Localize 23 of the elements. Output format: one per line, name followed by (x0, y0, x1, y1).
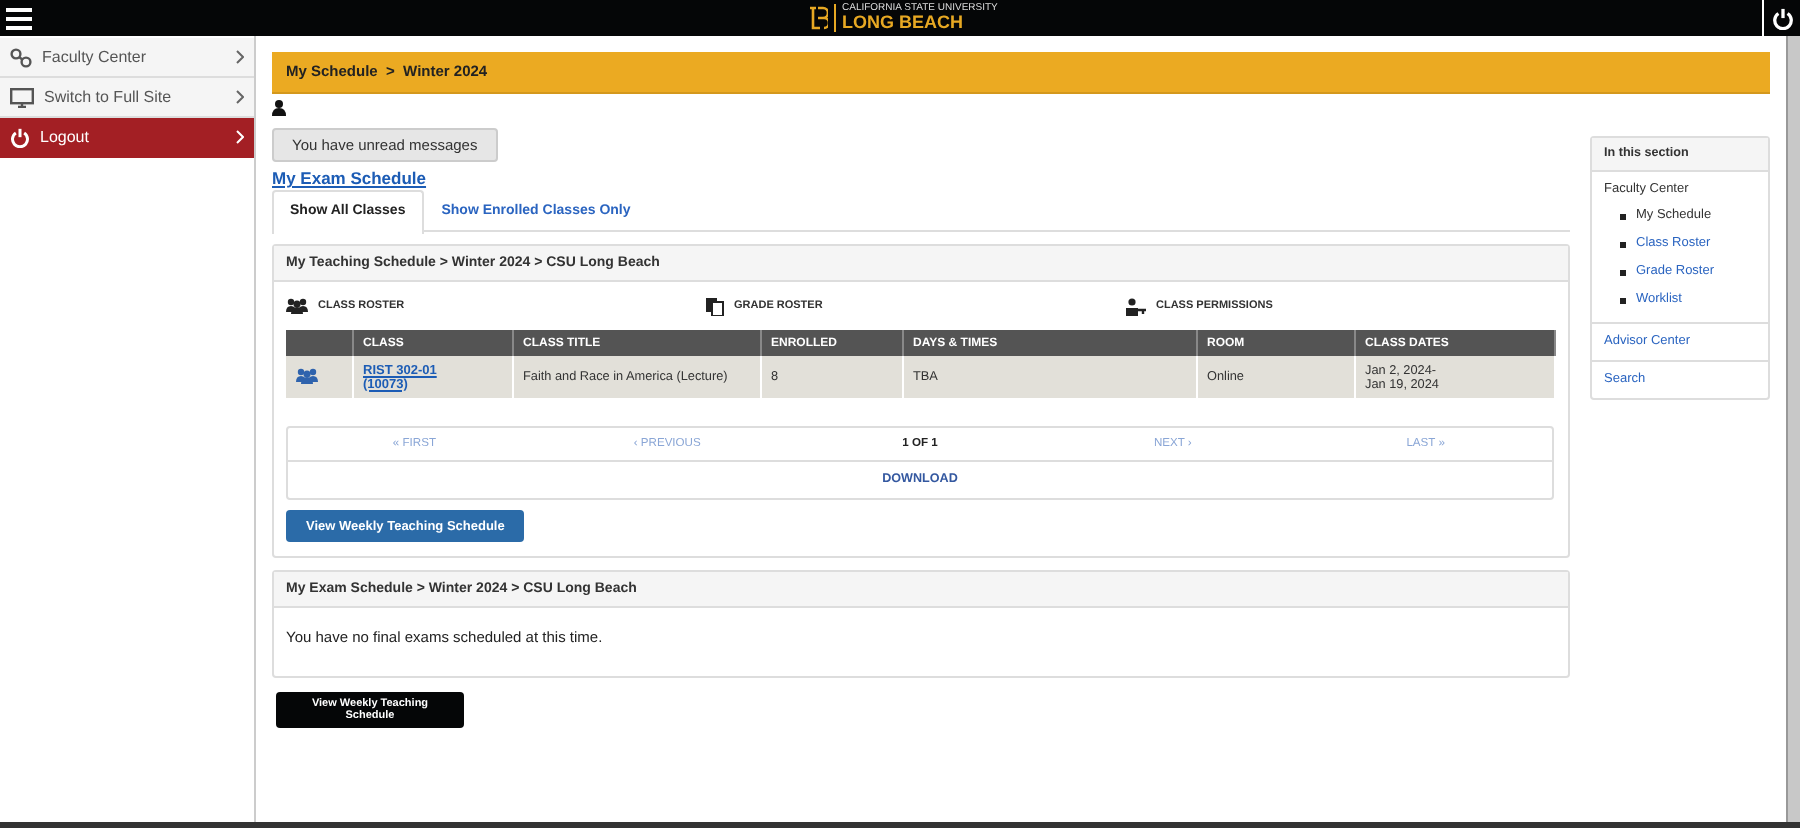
chevron-icon (236, 130, 244, 144)
power-icon (10, 127, 30, 147)
sidebar-item[interactable]: Faculty Center (0, 38, 254, 78)
link-icon (10, 47, 32, 67)
documents-icon (706, 297, 724, 315)
logo-icon (808, 6, 828, 30)
bullet-icon (1620, 241, 1626, 247)
bullet-icon (1620, 213, 1626, 219)
campus-name: LONG BEACH (842, 14, 965, 32)
bullet-icon (1620, 269, 1626, 275)
chevron-icon (236, 50, 244, 64)
exam-schedule-link[interactable]: My Exam Schedule (272, 168, 427, 188)
menu-icon[interactable] (6, 7, 32, 29)
people-icon (286, 298, 308, 314)
sidebar-item[interactable]: Switch to Full Site (0, 78, 254, 118)
scrollbar[interactable] (1786, 36, 1800, 822)
people-icon[interactable] (296, 367, 318, 383)
monitor-icon (10, 87, 34, 107)
power-icon (1771, 7, 1793, 29)
person-key-icon (1126, 297, 1146, 315)
user-icon (272, 100, 286, 116)
bullet-icon (1620, 297, 1626, 303)
chevron-icon (236, 90, 244, 104)
